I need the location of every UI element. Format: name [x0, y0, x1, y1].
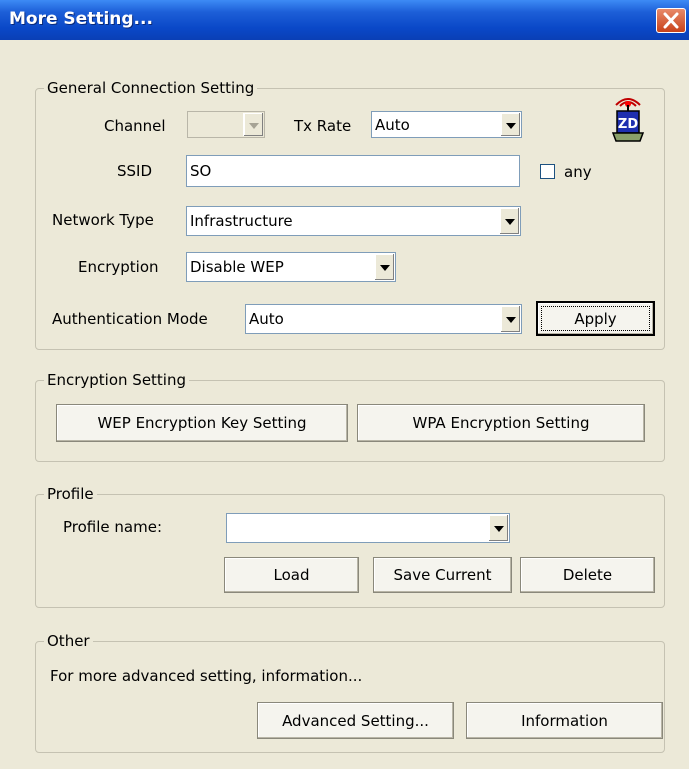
any-checkbox[interactable] [540, 164, 555, 179]
window-title: More Setting... [9, 9, 153, 29]
network-type-label: Network Type [52, 211, 154, 229]
information-button[interactable]: Information [466, 702, 663, 739]
encryption-setting-legend: Encryption Setting [44, 371, 190, 389]
dropdown-arrow-icon[interactable] [500, 113, 520, 136]
load-button-label: Load [273, 566, 310, 584]
information-button-label: Information [521, 711, 608, 730]
title-bar: More Setting... [0, 0, 689, 40]
advanced-setting-button[interactable]: Advanced Setting... [257, 702, 454, 739]
dropdown-arrow-icon[interactable] [488, 515, 508, 541]
dropdown-arrow-icon[interactable] [499, 208, 519, 234]
load-button[interactable]: Load [224, 557, 359, 593]
encryption-value: Disable WEP [190, 258, 284, 276]
profile-name-dropdown[interactable] [226, 513, 510, 543]
save-current-label: Save Current [393, 566, 492, 584]
delete-button-label: Delete [562, 566, 613, 584]
ssid-input[interactable]: SO [186, 155, 520, 187]
wireless-icon-text: ZD [618, 117, 638, 132]
ssid-value: SO [190, 162, 212, 180]
wep-key-setting-button[interactable]: WEP Encryption Key Setting [56, 404, 348, 442]
other-legend: Other [44, 632, 93, 650]
dropdown-arrow-icon [243, 113, 263, 136]
delete-button[interactable]: Delete [520, 557, 655, 593]
encryption-label: Encryption [78, 258, 159, 276]
dropdown-arrow-icon[interactable] [500, 306, 520, 332]
wep-key-setting-label: WEP Encryption Key Setting [97, 414, 307, 432]
save-current-button[interactable]: Save Current [373, 557, 512, 593]
channel-label: Channel [104, 117, 166, 135]
network-type-dropdown[interactable]: Infrastructure [186, 206, 521, 236]
apply-button[interactable]: Apply [536, 301, 655, 336]
auth-mode-dropdown[interactable]: Auto [245, 304, 522, 334]
general-connection-legend: General Connection Setting [44, 79, 258, 97]
ssid-label: SSID [117, 162, 153, 180]
dropdown-arrow-icon[interactable] [374, 254, 394, 280]
auth-mode-label: Authentication Mode [52, 310, 208, 328]
wpa-setting-label: WPA Encryption Setting [412, 414, 590, 432]
txrate-label: Tx Rate [294, 117, 352, 135]
wireless-device-icon: ZD [611, 98, 645, 142]
network-type-value: Infrastructure [190, 212, 293, 230]
auth-mode-value: Auto [249, 310, 284, 328]
txrate-value: Auto [375, 115, 410, 134]
profile-name-label: Profile name: [63, 518, 163, 536]
profile-legend: Profile [44, 485, 97, 503]
wpa-setting-button[interactable]: WPA Encryption Setting [357, 404, 645, 442]
advanced-setting-label: Advanced Setting... [282, 711, 429, 730]
any-label: any [564, 163, 592, 181]
close-button[interactable] [656, 8, 686, 33]
channel-dropdown [187, 111, 265, 138]
txrate-dropdown[interactable]: Auto [371, 111, 522, 138]
close-icon [663, 12, 679, 29]
other-description: For more advanced setting, information..… [50, 667, 363, 685]
apply-button-label: Apply [574, 309, 617, 328]
encryption-dropdown[interactable]: Disable WEP [186, 252, 396, 282]
